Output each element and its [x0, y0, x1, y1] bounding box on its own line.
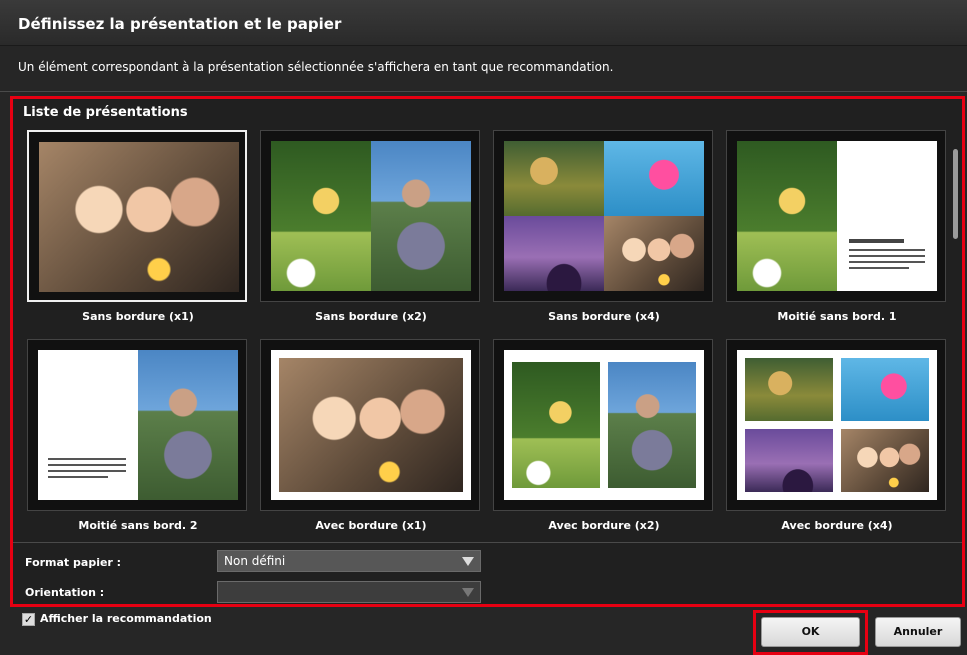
layout-list-panel: Liste de présentations Sans bordure (x1)… [10, 96, 965, 607]
photo-party [841, 429, 929, 492]
layout-list-heading: Liste de présentations [23, 105, 188, 120]
layout-item-sans-bordure-x2[interactable]: Sans bordure (x2) [254, 130, 488, 338]
photo-sunset [504, 216, 604, 291]
layout-thumbnail-frame[interactable] [726, 130, 946, 302]
paper-format-value: Non défini [224, 554, 286, 568]
show-recommendation-label: Afficher la recommandation [40, 612, 212, 625]
layout-thumbnail [504, 350, 704, 500]
dialog-title: Définissez la présentation et le papier [0, 0, 967, 46]
photo-kids [745, 358, 833, 421]
layout-label: Avec bordure (x2) [548, 519, 660, 532]
layout-item-moitie-sans-bord-1[interactable]: Moitié sans bord. 1 [720, 130, 954, 338]
layout-thumbnail-frame[interactable] [27, 130, 247, 302]
photo-sunset [745, 429, 833, 492]
layout-paper-dialog: Définissez la présentation et le papier … [0, 0, 967, 655]
orientation-select[interactable] [217, 581, 481, 603]
layout-label: Moitié sans bord. 2 [78, 519, 198, 532]
photo-party [39, 142, 239, 292]
layout-thumbnail [737, 141, 937, 291]
layout-thumbnail [737, 350, 937, 500]
layout-thumbnail-frame[interactable] [493, 130, 713, 302]
photo-soccer [737, 141, 837, 291]
layout-item-avec-bordure-x1[interactable]: Avec bordure (x1) [254, 339, 488, 547]
photo-kids [504, 141, 604, 216]
photo-party [604, 216, 704, 291]
layout-thumbnail-frame[interactable] [726, 339, 946, 511]
paper-format-select[interactable]: Non défini [217, 550, 481, 572]
layout-label: Moitié sans bord. 1 [777, 310, 897, 323]
dialog-subtitle: Un élément correspondant à la présentati… [0, 46, 967, 92]
orientation-label: Orientation : [25, 586, 105, 599]
layout-thumbnail [271, 141, 471, 291]
layout-thumbnail [39, 142, 239, 292]
layout-item-avec-bordure-x4[interactable]: Avec bordure (x4) [720, 339, 954, 547]
layout-label: Avec bordure (x4) [781, 519, 893, 532]
divider [13, 542, 962, 543]
layout-thumbnail-frame[interactable] [260, 130, 480, 302]
cancel-button[interactable]: Annuler [875, 617, 961, 647]
chevron-down-icon [462, 588, 474, 597]
photo-party [279, 358, 463, 492]
text-area [837, 141, 937, 291]
ok-button[interactable]: OK [761, 617, 860, 647]
layout-thumbnail-frame[interactable] [27, 339, 247, 511]
show-recommendation-checkbox[interactable]: ✓ [22, 613, 35, 626]
layout-label: Sans bordure (x4) [548, 310, 660, 323]
text-area [38, 350, 138, 500]
layout-item-moitie-sans-bord-2[interactable]: Moitié sans bord. 2 [21, 339, 255, 547]
chevron-down-icon [462, 557, 474, 566]
layout-thumbnail-frame[interactable] [260, 339, 480, 511]
photo-man [371, 141, 471, 291]
layout-label: Sans bordure (x2) [315, 310, 427, 323]
photo-pool [604, 141, 704, 216]
photo-soccer [271, 141, 371, 291]
layout-thumbnail [504, 141, 704, 291]
layout-item-sans-bordure-x1[interactable]: Sans bordure (x1) [21, 130, 255, 338]
layout-thumbnail-frame[interactable] [493, 339, 713, 511]
layout-thumbnail [271, 350, 471, 500]
photo-soccer [512, 362, 600, 488]
layout-thumbnail [38, 350, 238, 500]
photo-man [608, 362, 696, 488]
photo-pool [841, 358, 929, 421]
layout-label: Avec bordure (x1) [315, 519, 427, 532]
layout-item-avec-bordure-x2[interactable]: Avec bordure (x2) [487, 339, 721, 547]
layout-item-sans-bordure-x4[interactable]: Sans bordure (x4) [487, 130, 721, 338]
layout-label: Sans bordure (x1) [82, 310, 194, 323]
photo-man [138, 350, 238, 500]
paper-format-label: Format papier : [25, 556, 122, 569]
